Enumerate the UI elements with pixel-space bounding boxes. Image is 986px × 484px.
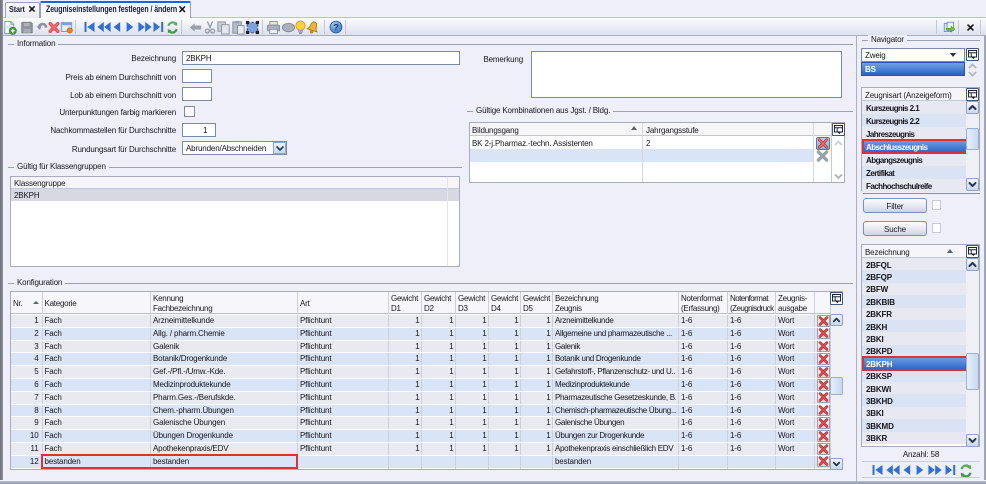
svg-text:?: ? — [333, 23, 339, 33]
